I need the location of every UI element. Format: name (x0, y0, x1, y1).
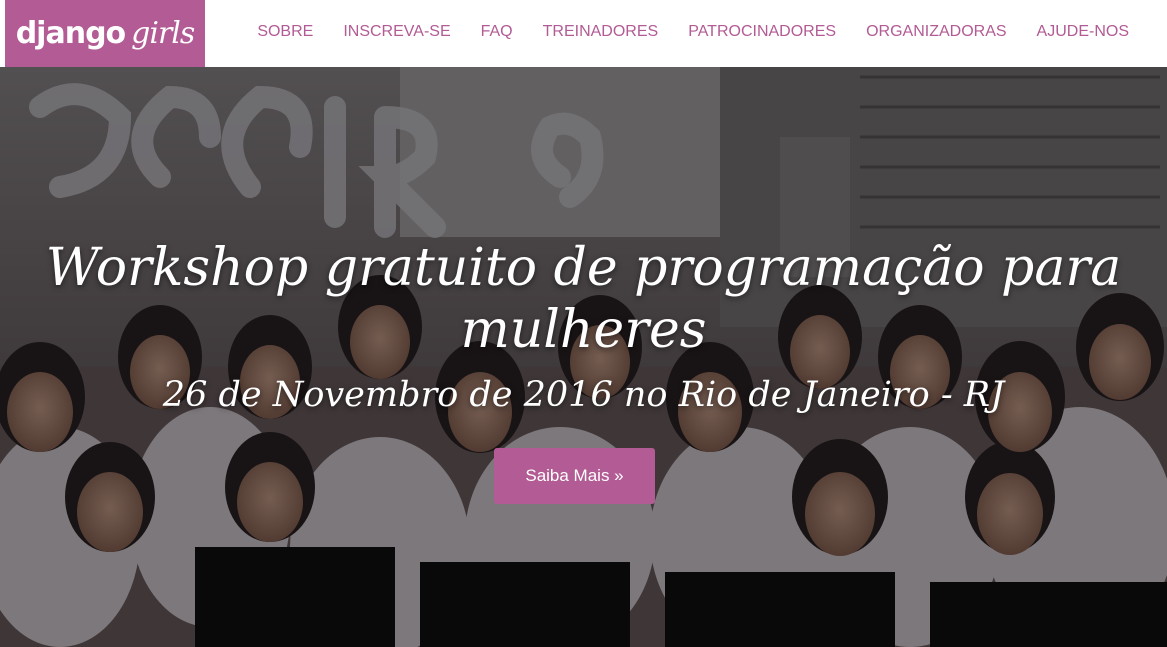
nav-link-faq[interactable]: FAQ (481, 23, 513, 41)
hero-subtitle: 26 de Novembro de 2016 no Rio de Janeiro… (162, 375, 1005, 415)
nav-link-treinadores[interactable]: TREINADORES (543, 23, 659, 41)
logo-django-text: django (15, 15, 126, 51)
django-girls-logo[interactable]: django girls (5, 0, 205, 67)
saiba-mais-button[interactable]: Saiba Mais » (494, 448, 655, 504)
navbar: django girls SOBRE INSCREVA-SE FAQ TREINA… (0, 0, 1167, 67)
nav-link-inscreva-se[interactable]: INSCREVA-SE (343, 23, 450, 41)
nav-link-sobre[interactable]: SOBRE (257, 23, 313, 41)
page: django girls SOBRE INSCREVA-SE FAQ TREINA… (0, 0, 1167, 647)
nav-link-organizadoras[interactable]: ORGANIZADORAS (866, 23, 1006, 41)
logo-girls-text: girls (131, 15, 195, 51)
main-nav: SOBRE INSCREVA-SE FAQ TREINADORES PATROC… (257, 0, 1129, 64)
hero-section: Workshop gratuito de programação para mu… (0, 67, 1167, 647)
nav-link-patrocinadores[interactable]: PATROCINADORES (688, 23, 836, 41)
logo-text: django girls (15, 15, 196, 51)
hero-title: Workshop gratuito de programação para mu… (45, 238, 1122, 360)
nav-link-ajude-nos[interactable]: AJUDE-NOS (1037, 23, 1129, 41)
